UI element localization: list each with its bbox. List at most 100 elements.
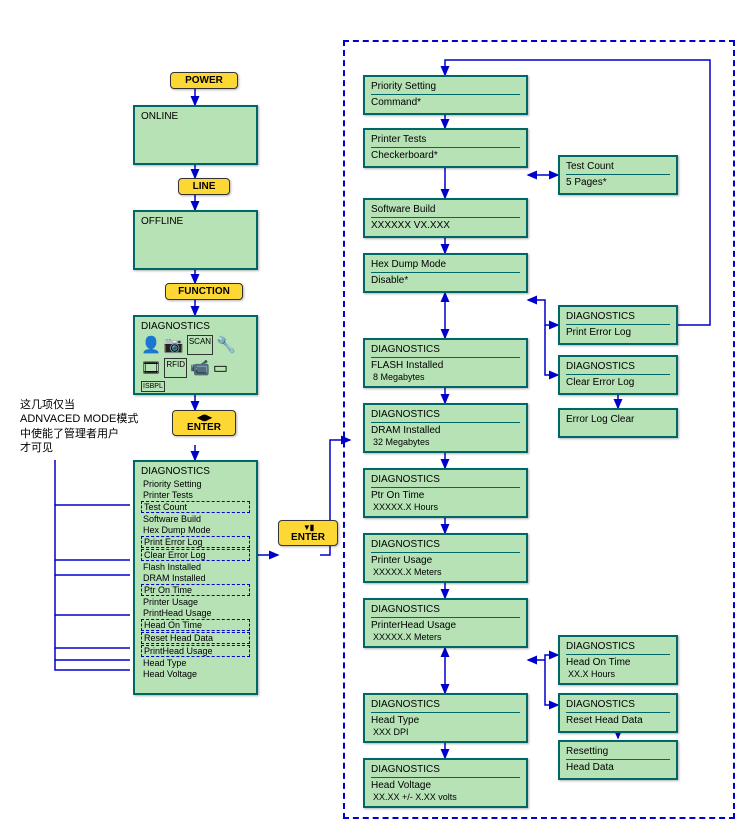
err-clear-title: Error Log Clear [566,414,670,425]
item-test-count: Test Count [141,501,250,513]
diag-clear-err-sub: Clear Error Log [566,374,670,388]
function-button[interactable]: FUNCTION [165,283,243,300]
item-head-type: Head Type [141,658,250,668]
diagnostics-icon-row: 👤 📷 SCAN 🔧 🎞 RFID 📹 ▭ ISBPL [141,335,250,392]
box-priority-setting: Priority Setting Command* [363,75,528,115]
printer-usage-title: DIAGNOSTICS [371,539,520,550]
note-l2: ADNVACED MODE模式 [20,412,138,426]
note-l3: 中使能了管理者用户 [20,427,138,441]
item-hex-dump: Hex Dump Mode [141,525,250,535]
sw-build-title: Software Build [371,204,520,215]
flash-s1: FLASH Installed [371,357,520,371]
item-head-voltage: Head Voltage [141,669,250,679]
diag-clear-err-title: DIAGNOSTICS [566,361,670,372]
enter1-label: ENTER [187,422,221,433]
resetting-title: Resetting [566,746,670,757]
power-button[interactable]: POWER [170,72,238,89]
enter2-label: ENTER [291,532,325,543]
head-type-s2: XXX DPI [371,727,520,737]
note-l4: 才可见 [20,441,138,455]
online-box: ONLINE [133,105,258,165]
box-flash: DIAGNOSTICS FLASH Installed 8 Megabytes [363,338,528,388]
tool-icon: 🔧 [216,335,236,355]
hex-dump-sub: Disable* [371,272,520,286]
rfid-icon: RFID [164,358,187,378]
down-arrows-icon: ▼▮ [287,523,329,532]
printer-usage-s2: XXXXX.X Meters [371,567,520,577]
line-label: LINE [193,181,216,192]
camera-icon: 📷 [164,335,184,355]
diagnostics-icons-box: DIAGNOSTICS 👤 📷 SCAN 🔧 🎞 RFID 📹 ▭ ISBPL [133,315,258,395]
diagnostics-title: DIAGNOSTICS [141,321,250,332]
visibility-note: 这几项仅当 ADNVACED MODE模式 中使能了管理者用户 才可见 [20,398,138,455]
lr-arrows-icon: ◀▮▶ [181,413,227,422]
sw-build-sub: XXXXXX VX.XXX [371,217,520,231]
ptr-on-s1: Ptr On Time [371,487,520,501]
box-ptr-on: DIAGNOSTICS Ptr On Time XXXXX.X Hours [363,468,528,518]
dram-s1: DRAM Installed [371,422,520,436]
enter1-button[interactable]: ◀▮▶ ENTER [172,410,236,436]
enter2-button[interactable]: ▼▮ ENTER [278,520,338,546]
item-clear-err: Clear Error Log [141,549,250,561]
resetting-sub: Head Data [566,759,670,773]
head-type-s1: Head Type [371,712,520,726]
dram-title: DIAGNOSTICS [371,409,520,420]
item-ph-usage: PrintHead Usage [141,608,250,618]
box-hex-dump: Hex Dump Mode Disable* [363,253,528,293]
box-software-build: Software Build XXXXXX VX.XXX [363,198,528,238]
reset-head-sub: Reset Head Data [566,712,670,726]
person-icon: 👤 [141,335,161,355]
head-type-title: DIAGNOSTICS [371,699,520,710]
function-label: FUNCTION [178,286,230,297]
diag-list-title: DIAGNOSTICS [141,466,250,477]
ptr-on-s2: XXXXX.X Hours [371,502,520,512]
item-head-on: Head On Time [141,619,250,631]
item-flash: Flash Installed [141,562,250,572]
ph-usage-s2: XXXXX.X Meters [371,632,520,642]
scan-icon: SCAN [187,335,213,355]
box-printer-usage: DIAGNOSTICS Printer Usage XXXXX.X Meters [363,533,528,583]
flash-title: DIAGNOSTICS [371,344,520,355]
head-on-s1: Head On Time [566,654,670,668]
online-label: ONLINE [141,111,250,122]
head-voltage-s2: XX.XX +/- X.XX volts [371,792,520,802]
box-head-on: DIAGNOSTICS Head On Time XX.X Hours [558,635,678,685]
ptr-on-title: DIAGNOSTICS [371,474,520,485]
head-voltage-title: DIAGNOSTICS [371,764,520,775]
diag-print-err-title: DIAGNOSTICS [566,311,670,322]
item-software-build: Software Build [141,514,250,524]
line-button[interactable]: LINE [178,178,230,195]
head-on-s2: XX.X Hours [566,669,670,679]
dram-s2: 32 Megabytes [371,437,520,447]
box-diag-clear-err: DIAGNOSTICS Clear Error Log [558,355,678,395]
item-printer-tests: Printer Tests [141,490,250,500]
box-diag-print-err: DIAGNOSTICS Print Error Log [558,305,678,345]
diagnostics-list-box: DIAGNOSTICS Priority Setting Printer Tes… [133,460,258,695]
box-head-voltage: DIAGNOSTICS Head Voltage XX.XX +/- X.XX … [363,758,528,808]
box-resetting: Resetting Head Data [558,740,678,780]
power-label: POWER [185,75,223,86]
item-ptr-on: Ptr On Time [141,584,250,596]
box-err-clear: Error Log Clear [558,408,678,438]
test-count-sub: 5 Pages* [566,174,670,188]
priority-sub: Command* [371,94,520,108]
box-dram: DIAGNOSTICS DRAM Installed 32 Megabytes [363,403,528,453]
isbpl-icon: ISBPL [141,381,165,392]
box-head-type: DIAGNOSTICS Head Type XXX DPI [363,693,528,743]
box-test-count: Test Count 5 Pages* [558,155,678,195]
box-icon: ▭ [213,358,228,378]
head-voltage-s1: Head Voltage [371,777,520,791]
box-reset-head: DIAGNOSTICS Reset Head Data [558,693,678,733]
item-priority: Priority Setting [141,479,250,489]
item-print-err: Print Error Log [141,536,250,548]
offline-label: OFFLINE [141,216,250,227]
offline-box: OFFLINE [133,210,258,270]
printer-usage-s1: Printer Usage [371,552,520,566]
item-printer-usage: Printer Usage [141,597,250,607]
printer-tests-sub: Checkerboard* [371,147,520,161]
printer-tests-title: Printer Tests [371,134,520,145]
flash-s2: 8 Megabytes [371,372,520,382]
head-on-title: DIAGNOSTICS [566,641,670,652]
item-dram: DRAM Installed [141,573,250,583]
box-printer-tests: Printer Tests Checkerboard* [363,128,528,168]
